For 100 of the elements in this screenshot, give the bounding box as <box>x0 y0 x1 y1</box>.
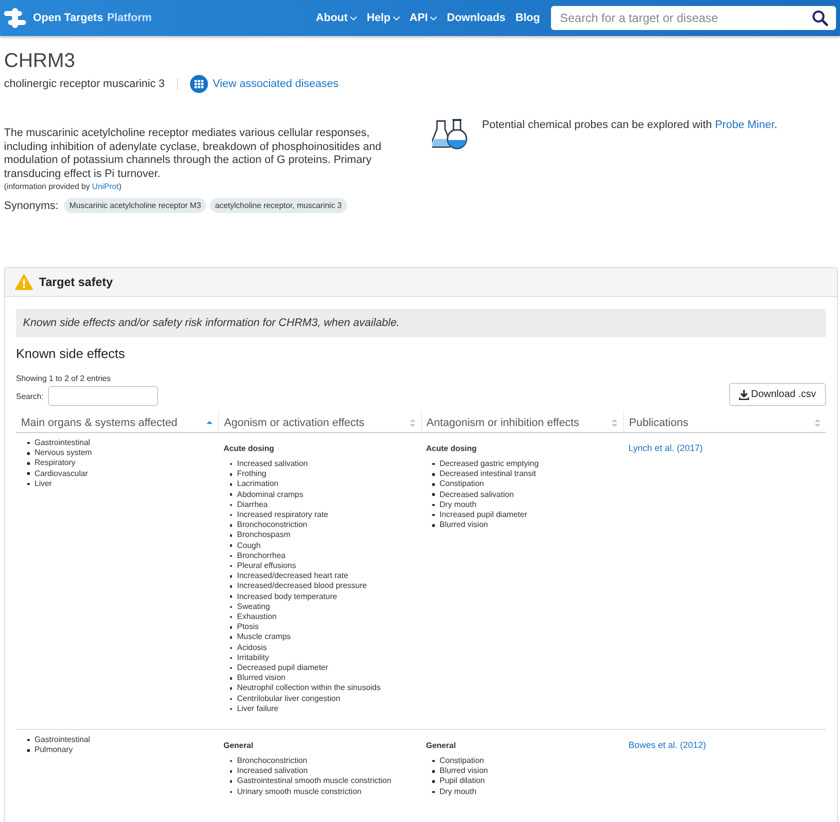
list-item-text: Bronchoconstriction <box>237 520 308 530</box>
menu-item[interactable]: Downloads <box>446 12 506 24</box>
publication-link[interactable]: Bowes et al. (2012) <box>628 740 706 750</box>
list-item-text: Diarrhea <box>237 500 268 510</box>
bullet-icon <box>230 514 232 516</box>
bullet-icon <box>230 554 232 558</box>
download-button[interactable]: Download .csv <box>728 383 826 406</box>
list-item-text: Increased salivation <box>237 766 308 776</box>
bullet-icon <box>230 770 232 773</box>
list-item-text: Irritability <box>237 652 270 664</box>
effect-heading: General <box>224 741 254 750</box>
bullet-icon <box>230 616 232 618</box>
list-item-text: Urinary smooth muscle constriction <box>237 786 362 797</box>
column-header[interactable]: Antagonism or inhibition effects <box>421 411 624 432</box>
menu-item[interactable]: API <box>410 12 437 24</box>
search-field[interactable]: Search for a target or disease <box>551 6 836 30</box>
publication-link[interactable]: Lynch et al. (2017) <box>628 443 703 453</box>
list-item-text: Frothing <box>237 469 266 480</box>
bullet-icon <box>230 524 232 527</box>
effect-heading: General <box>426 741 457 750</box>
bullet-icon <box>27 482 30 486</box>
list-item-text: Increased/decreased blood pressure <box>237 581 367 592</box>
list-item-text: Increased pupil diameter <box>440 510 528 520</box>
list-item-text: Cardiovascular <box>34 468 88 479</box>
list-item-text: Pupil dilation <box>440 776 485 787</box>
synonym-tag: Muscarinic acetylcholine receptor M3 <box>64 198 206 213</box>
uniprot-link[interactable]: UniProt <box>92 182 119 191</box>
list-item-text: Sweating <box>237 602 270 612</box>
list-item-text: Gastrointestinal smooth muscle constriction <box>237 776 392 787</box>
list-item-text: Gastrointestinal <box>34 735 90 746</box>
menu-item[interactable]: Help <box>366 12 400 24</box>
search-label: Search: <box>16 392 44 400</box>
bullet-icon <box>27 452 30 455</box>
bullet-icon <box>230 462 232 466</box>
bullet-icon <box>27 472 30 475</box>
list-item-text: Increased/decreased heart rate <box>237 571 348 582</box>
probes-text: Potential chemical probes can be explored with Probe Miner. <box>482 119 778 131</box>
menu-item[interactable]: About <box>316 12 357 24</box>
bullet-icon <box>432 473 434 476</box>
grid-icon <box>190 75 208 93</box>
column-header[interactable]: Main organs & systems affected <box>16 411 218 432</box>
description-text: The muscarinic acetylcholine receptor mediates various cellular responses, including inhibition of adenylate cyclase, breakdown of phosphoinositides and modulation of potassium channels through the action of G proteins. Primary transducing effect is Pi turnover. <box>4 127 382 181</box>
list-item-text: Pulmonary <box>34 745 73 756</box>
bullet-icon <box>230 677 232 680</box>
source-note: (information provided by UniProt) <box>4 182 122 191</box>
brand-suffix[interactable]: Platform <box>107 12 152 24</box>
bullet-icon <box>230 606 232 608</box>
bullet-icon <box>230 575 232 578</box>
bullet-icon <box>230 544 232 547</box>
synonyms-label: Synonyms: <box>4 200 58 212</box>
bullet-icon <box>230 636 232 639</box>
bullet-icon <box>432 524 434 527</box>
bullet-icon <box>432 770 434 773</box>
search-icon <box>812 10 828 26</box>
list-item-text: Increased body temperature <box>237 592 338 602</box>
list-item-text: Exhaustion <box>237 612 277 622</box>
column-header[interactable]: Agonism or activation effects <box>218 411 421 432</box>
target-name: cholinergic receptor muscarinic 3 <box>4 78 165 90</box>
bullet-icon <box>230 646 232 649</box>
list-item-text: Gastrointestinal <box>34 438 90 448</box>
synonym-tag: acetylcholine receptor, muscarinic 3 <box>210 198 347 213</box>
bullet-icon <box>230 595 232 598</box>
list-item-text: Centrilobular liver congestion <box>237 694 340 704</box>
list-item-text: Neutrophil collection within the sinusoids <box>237 683 381 694</box>
probe-miner-link[interactable]: Probe Miner <box>714 119 774 131</box>
bullet-icon <box>230 790 232 794</box>
bullet-icon <box>27 738 30 742</box>
bullet-icon <box>230 473 232 476</box>
bullet-icon <box>27 442 30 444</box>
list-item-text: Decreased intestinal transit <box>440 469 536 480</box>
bullet-icon <box>230 780 232 783</box>
bullet-icon <box>432 790 434 794</box>
associations-link[interactable]: View associated diseases <box>190 75 339 93</box>
menu-item[interactable]: Blog <box>516 12 540 24</box>
brand-name[interactable]: Open Targets <box>33 12 104 24</box>
flasks-icon <box>432 117 468 151</box>
section-title: Known side effects <box>16 346 126 361</box>
bullet-icon <box>230 760 232 762</box>
list-item-text: Ptosis <box>237 622 259 632</box>
list-item-text: Bronchoconstriction <box>237 756 308 766</box>
bullet-icon <box>230 493 232 496</box>
effect-heading: Acute dosing <box>224 444 276 453</box>
bullet-icon <box>432 504 434 506</box>
bullet-icon <box>432 483 434 486</box>
bullet-icon <box>432 514 434 516</box>
list-item-text: Increased respiratory rate <box>237 510 328 520</box>
list-item-text: Liver failure <box>237 704 278 714</box>
bullet-icon <box>230 666 232 670</box>
bullet-icon <box>432 780 434 783</box>
list-item-text: Blurred vision <box>440 766 488 776</box>
list-item-text: Decreased salivation <box>440 490 514 500</box>
column-header[interactable]: Publications <box>624 411 826 432</box>
bullet-icon <box>27 749 30 752</box>
panel-title: Target safety <box>39 275 113 289</box>
list-item-text: Constipation <box>440 756 484 766</box>
list-item-text: Respiratory <box>34 458 76 469</box>
table-search-field[interactable] <box>48 386 158 406</box>
entries-info: Showing 1 to 2 of 2 entries <box>16 374 112 383</box>
list-item-text: Dry mouth <box>440 500 476 510</box>
list-item-text: Blurred vision <box>440 520 488 530</box>
